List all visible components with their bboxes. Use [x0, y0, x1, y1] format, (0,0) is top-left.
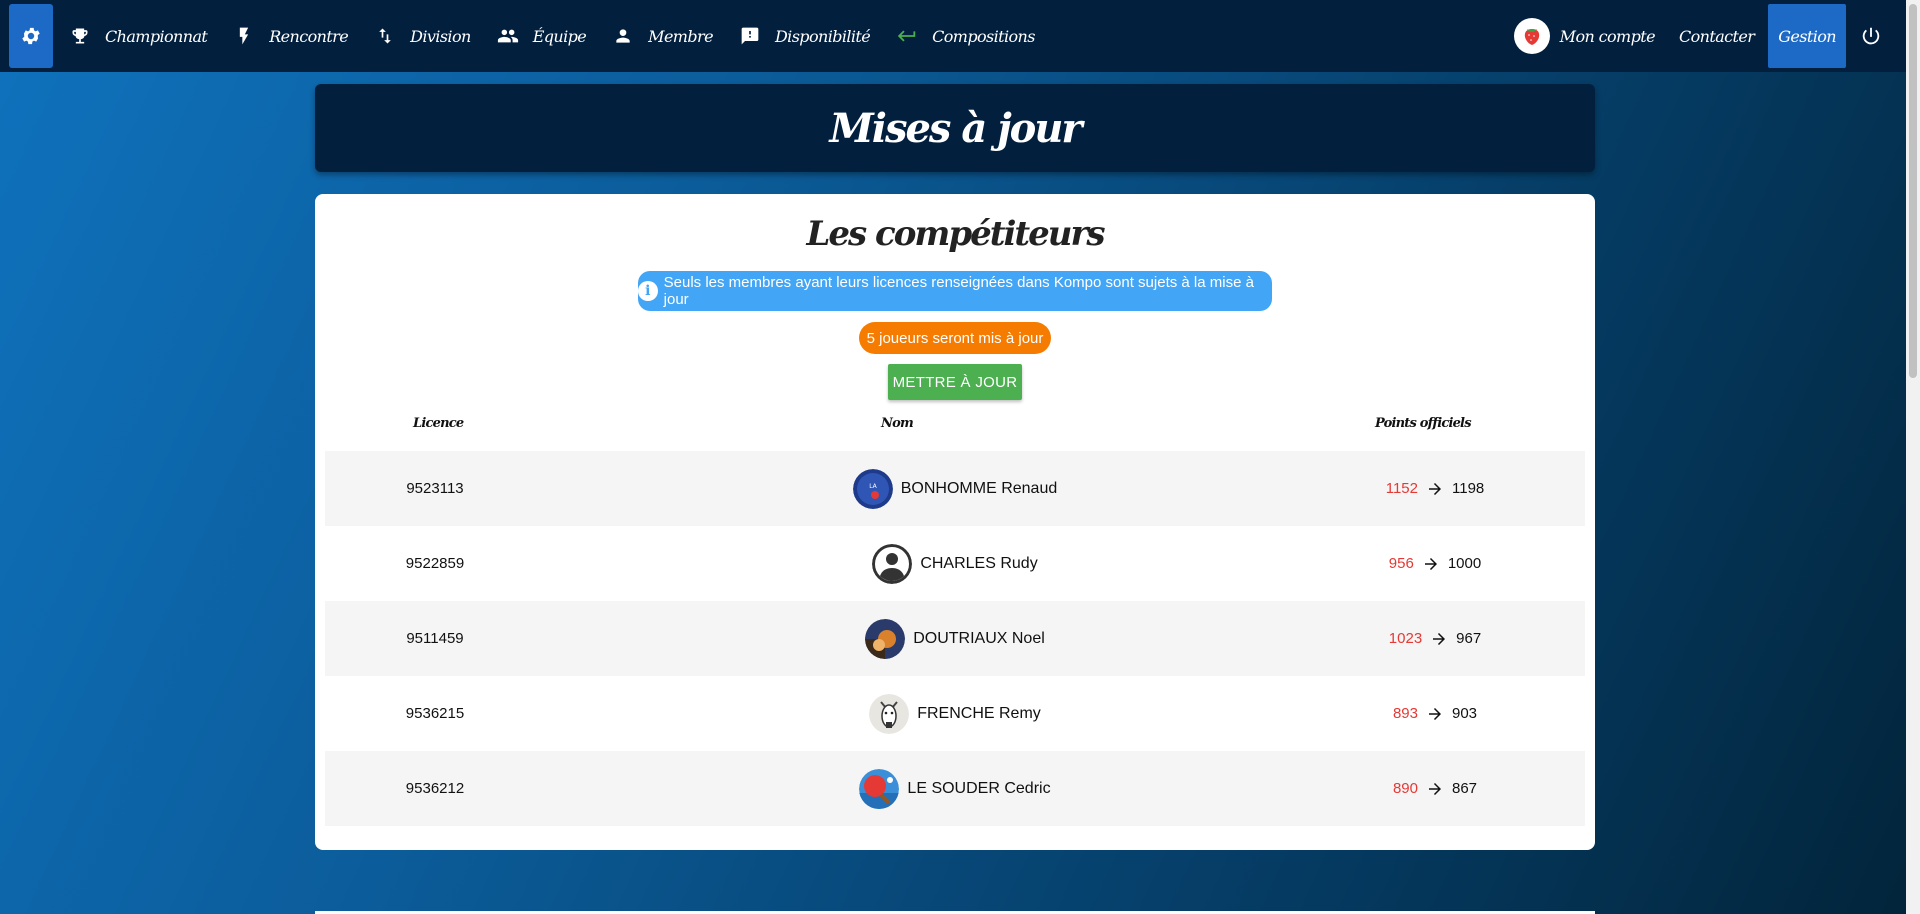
table-row: 9536215 FRENCHE Remy 893 903	[325, 676, 1585, 751]
old-points: 956	[1388, 555, 1414, 572]
name-cell: FRENCHE Remy	[745, 676, 1165, 751]
points-cell: 1152 1198	[1325, 451, 1545, 526]
points-cell: 890 867	[1325, 751, 1545, 826]
licence-cell: 9522859	[405, 555, 465, 572]
nav-membre[interactable]: Membre	[612, 0, 714, 72]
lightning-icon	[233, 25, 255, 47]
old-points: 1152	[1385, 480, 1418, 497]
svg-text:LA: LA	[869, 483, 877, 490]
nav-rencontre[interactable]: Rencontre	[233, 0, 349, 72]
name-cell: LE SOUDER Cedric	[745, 751, 1165, 826]
table-row: 9523113 LA BONHOMME Renaud 1152 1198	[325, 451, 1585, 526]
power-icon	[1862, 27, 1880, 45]
nav-label: Compositions	[932, 26, 1035, 46]
group-icon	[497, 25, 519, 47]
page-title-card: Mises à jour	[315, 84, 1595, 172]
player-avatar	[865, 618, 906, 659]
player-avatar	[869, 693, 910, 734]
nav-equipe[interactable]: Équipe	[497, 0, 587, 72]
nav-compositions[interactable]: Compositions	[896, 0, 1035, 72]
info-message: i Seuls les membres ayant leurs licences…	[638, 271, 1272, 311]
competitors-card: Les compétiteurs i Seuls les membres aya…	[315, 194, 1595, 850]
player-name: FRENCHE Remy	[917, 704, 1041, 722]
nav-label: Mon compte	[1559, 26, 1656, 46]
old-points: 1023	[1388, 630, 1423, 647]
scrollbar-thumb[interactable]	[1909, 4, 1917, 378]
name-cell: LA BONHOMME Renaud	[745, 451, 1165, 526]
points-cell: 1023 967	[1325, 601, 1545, 676]
nav-account[interactable]: Mon compte	[1513, 0, 1656, 72]
old-points: 893	[1392, 705, 1418, 722]
nav-label: Membre	[648, 26, 713, 46]
nav-gestion[interactable]: Gestion	[1768, 4, 1846, 68]
header-nom: Nom	[881, 416, 914, 431]
account-avatar	[1513, 18, 1550, 54]
settings-button[interactable]	[9, 4, 53, 68]
nav-label: Rencontre	[269, 26, 349, 46]
arrow-right-icon	[1430, 630, 1448, 648]
page-scrollbar[interactable]	[1906, 0, 1920, 914]
new-points: 867	[1452, 780, 1478, 797]
header-points: Points officiels	[1375, 416, 1472, 431]
swap-vertical-icon	[374, 25, 396, 47]
points-cell: 956 1000	[1325, 526, 1545, 601]
player-name: LE SOUDER Cedric	[907, 779, 1051, 797]
nav-label: Équipe	[532, 26, 587, 46]
update-button-label: METTRE À JOUR	[892, 373, 1018, 391]
nav-contacter[interactable]: Contacter	[1678, 0, 1755, 72]
trophy-icon	[69, 25, 91, 47]
strawberry-icon	[1516, 21, 1547, 51]
table-row: 9536212 LE SOUDER Cedric 890 867	[325, 751, 1585, 826]
licence-cell: 9536212	[405, 780, 465, 797]
section-title: Les compétiteurs	[806, 214, 1105, 254]
old-points: 890	[1392, 780, 1418, 797]
nav-label: Contacter	[1678, 26, 1755, 46]
new-points: 1198	[1452, 480, 1485, 497]
nav-label: Gestion	[1778, 26, 1836, 46]
info-icon: i	[638, 281, 658, 301]
points-cell: 893 903	[1325, 676, 1545, 751]
nav-label: Division	[410, 26, 471, 46]
nav-label: Disponibilité	[774, 26, 871, 46]
licence-cell: 9536215	[405, 705, 465, 722]
nav-label: Championnat	[105, 26, 208, 46]
nav-division[interactable]: Division	[374, 0, 471, 72]
return-arrow-icon	[896, 25, 918, 47]
header-licence: Licence	[413, 416, 464, 431]
name-cell: CHARLES Rudy	[745, 526, 1165, 601]
ping-pong-icon	[859, 768, 900, 809]
page-title: Mises à jour	[829, 104, 1082, 152]
player-name: BONHOMME Renaud	[900, 479, 1058, 497]
nav-championnat[interactable]: Championnat	[69, 0, 208, 72]
arrow-right-icon	[1422, 555, 1440, 573]
default-user-icon	[872, 543, 913, 584]
new-points: 1000	[1447, 555, 1482, 572]
name-cell: DOUTRIAUX Noel	[745, 601, 1165, 676]
count-badge: 5 joueurs seront mis à jour	[859, 322, 1051, 354]
person-icon	[612, 25, 634, 47]
nav-disponibilite[interactable]: Disponibilité	[739, 0, 871, 72]
player-avatar: LA	[852, 468, 893, 509]
table-row: 9511459 DOUTRIAUX Noel 1023 967	[325, 601, 1585, 676]
arrow-right-icon	[1426, 780, 1444, 798]
player-name: DOUTRIAUX Noel	[913, 629, 1045, 647]
gear-icon	[22, 27, 40, 45]
table-row: 9522859 CHARLES Rudy 956 1000	[325, 526, 1585, 601]
new-points: 903	[1452, 705, 1478, 722]
update-button[interactable]: METTRE À JOUR	[888, 364, 1022, 400]
top-navbar: Championnat Rencontre Division Équipe Me…	[0, 0, 1906, 72]
player-name: CHARLES Rudy	[920, 554, 1038, 572]
new-points: 967	[1456, 630, 1482, 647]
logout-button[interactable]	[1860, 0, 1882, 72]
arrow-right-icon	[1426, 705, 1444, 723]
licence-cell: 9523113	[406, 480, 464, 497]
licence-cell: 9511459	[406, 630, 464, 647]
info-text: Seuls les membres ayant leurs licences r…	[663, 274, 1254, 308]
count-text: 5 joueurs seront mis à jour	[866, 329, 1044, 347]
arrow-right-icon	[1426, 480, 1444, 498]
feedback-icon	[739, 25, 761, 47]
